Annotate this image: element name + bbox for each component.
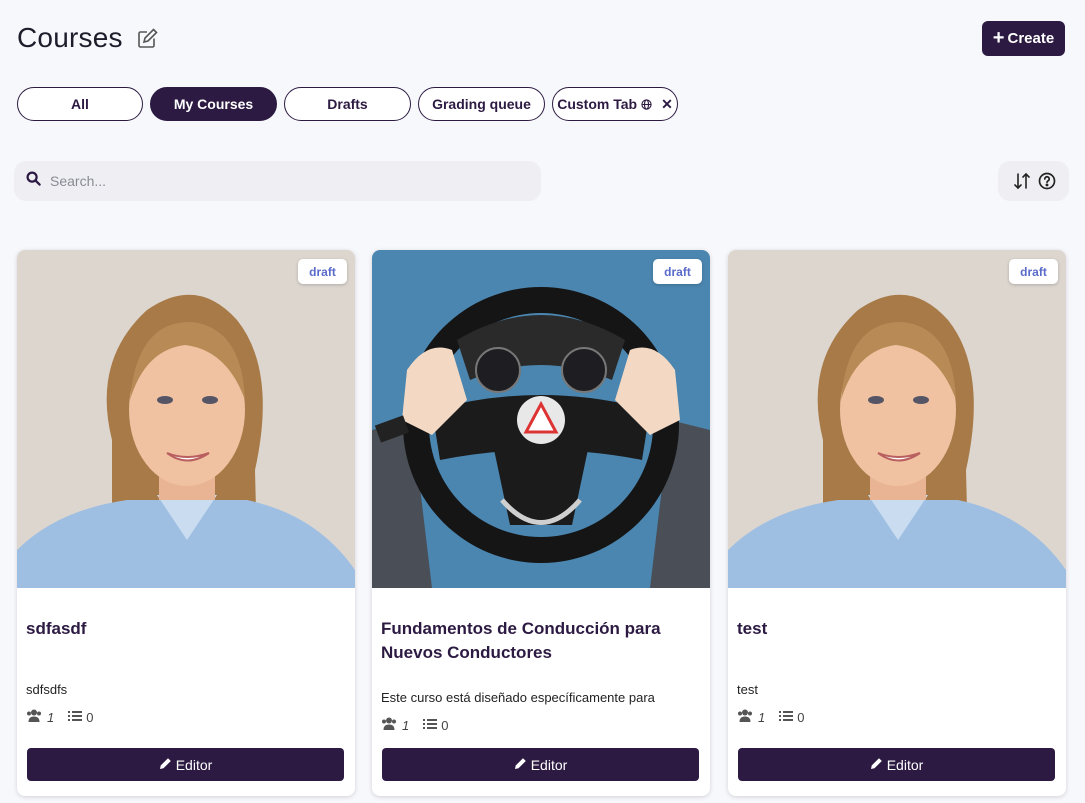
page-header: Courses (17, 22, 159, 54)
tab-drafts[interactable]: Drafts (284, 87, 411, 121)
course-card[interactable]: draft Fundamentos de Conducción para Nue… (372, 250, 710, 796)
users-icon (26, 709, 42, 725)
sort-controls (998, 161, 1069, 201)
search-icon (26, 171, 41, 191)
editor-button[interactable]: Editor (738, 748, 1055, 781)
course-meta: 1 0 (381, 717, 448, 733)
course-description: sdfsdfs (26, 682, 68, 697)
course-title[interactable]: test (737, 617, 1047, 641)
lessons-count: 0 (86, 709, 94, 725)
status-badge: draft (298, 259, 347, 284)
pencil-icon (159, 757, 172, 773)
edit-icon[interactable] (137, 27, 159, 49)
editor-button-label: Editor (530, 756, 568, 773)
course-card[interactable]: draft sdfasdf sdfsdfs 1 0 Editor (17, 250, 355, 796)
editor-button[interactable]: Editor (382, 748, 699, 781)
status-badge: draft (1009, 259, 1058, 284)
users-icon (381, 717, 397, 733)
editor-button-label: Editor (886, 756, 924, 773)
tab-my-courses[interactable]: My Courses (150, 87, 277, 121)
students-count: 1 (47, 709, 55, 725)
tab-grading-queue[interactable]: Grading queue (418, 87, 545, 121)
list-icon (779, 710, 794, 725)
editor-button[interactable]: Editor (27, 748, 344, 781)
tab-label: Drafts (327, 96, 368, 112)
course-thumbnail-portrait: draft (728, 250, 1066, 588)
students-count: 1 (402, 717, 410, 733)
search-input[interactable] (50, 173, 510, 189)
course-title[interactable]: sdfasdf (26, 617, 336, 641)
tab-label: Custom Tab (557, 96, 638, 112)
course-meta: 1 0 (26, 709, 93, 725)
users-icon (737, 709, 753, 725)
sort-icon[interactable] (1012, 171, 1032, 191)
close-icon[interactable]: ✕ (661, 96, 673, 113)
tab-label: Grading queue (432, 96, 531, 112)
list-icon (68, 710, 83, 725)
tab-label: All (71, 96, 89, 112)
pencil-icon (870, 757, 883, 773)
lessons-count: 0 (441, 717, 449, 733)
create-button[interactable]: + Create (982, 21, 1065, 56)
editor-button-label: Editor (175, 756, 213, 773)
students-count: 1 (758, 709, 766, 725)
create-button-label: Create (1007, 30, 1055, 47)
tab-label: My Courses (173, 96, 254, 112)
course-thumbnail-portrait: draft (17, 250, 355, 588)
tab-bar: All My Courses Drafts Grading queue Cust… (17, 87, 678, 121)
course-description: Este curso está diseñado específicamente… (381, 690, 655, 705)
help-icon[interactable] (1038, 172, 1056, 190)
tab-all[interactable]: All (17, 87, 143, 121)
list-icon (423, 718, 438, 733)
page-title: Courses (17, 22, 123, 53)
course-meta: 1 0 (737, 709, 804, 725)
course-title[interactable]: Fundamentos de Conducción para Nuevos Co… (381, 617, 691, 665)
lessons-count: 0 (797, 709, 805, 725)
course-thumbnail-steering-wheel: draft (372, 250, 710, 588)
course-card[interactable]: draft test test 1 0 Editor (728, 250, 1066, 796)
pencil-icon (514, 757, 527, 773)
status-badge: draft (653, 259, 702, 284)
globe-icon (641, 98, 652, 110)
course-description: test (737, 682, 758, 697)
tab-custom-tab[interactable]: Custom Tab ✕ (552, 87, 678, 121)
search-bar (14, 161, 541, 201)
plus-icon: + (992, 26, 1005, 49)
